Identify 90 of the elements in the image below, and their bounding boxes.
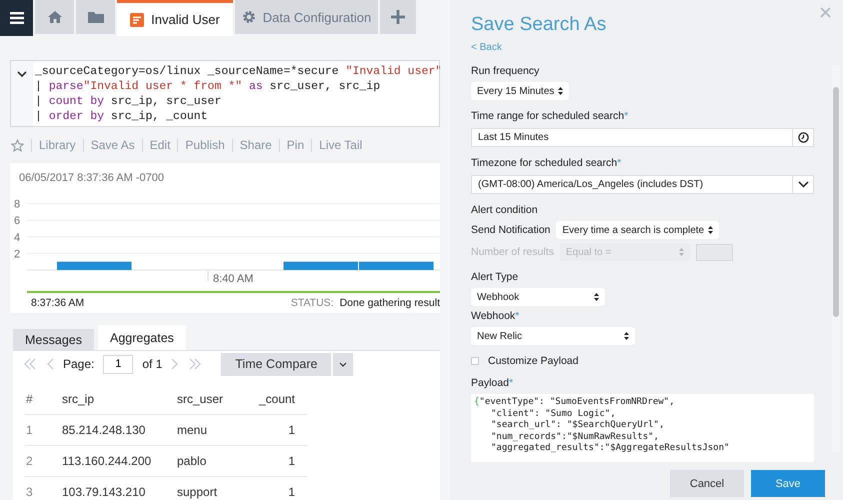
status-label: STATUS: [290, 297, 334, 309]
time-compare-button[interactable]: Time Compare [221, 352, 332, 376]
code-line: {"eventType": "SumoEventsFromNRDrew", [474, 397, 676, 408]
chevron-down-icon [798, 181, 808, 188]
code-line: "num_records":"$NumRawResults", [490, 432, 660, 443]
column-header[interactable]: src_ip [61, 383, 176, 414]
table-cell: 113.160.244.200 [61, 446, 176, 476]
field-label: Send Notification [471, 224, 550, 236]
field-label: Webhook* [471, 310, 520, 323]
field-label: Run frequency [471, 65, 540, 78]
next-page-icon[interactable] [171, 358, 180, 370]
table-cell: menu [176, 414, 244, 446]
field-label: Alert Type [471, 271, 520, 284]
sort-arrows-icon [708, 226, 714, 234]
sort-arrows-icon [594, 293, 599, 301]
y-tick-label: 6 [14, 215, 20, 228]
table-cell: 2 [25, 446, 61, 476]
status-text: Done gathering result [340, 297, 440, 309]
dialog-title: Save Search As [471, 14, 608, 37]
tab[interactable]: Invalid User [117, 0, 233, 36]
select-field[interactable]: Every time a search is complete [556, 221, 720, 239]
checkbox[interactable] [471, 357, 479, 365]
page-label: Page: [63, 357, 94, 371]
y-tick-label: 4 [14, 232, 20, 244]
results-tab[interactable]: Aggregates [98, 325, 186, 350]
page-input[interactable]: 1 [103, 354, 134, 374]
code-line: "aggregated_results":"$AggregateResultsJson" [490, 443, 730, 454]
code-line: "client": "Sumo Logic", [490, 408, 617, 420]
save-button[interactable]: Save [751, 470, 825, 497]
input-field[interactable]: Last 15 Minutes [471, 128, 814, 147]
query-line: | order by src_ip, _count [35, 109, 208, 124]
x-tick-label: 8:40 AM [213, 273, 254, 285]
code-line: "search_url": "$SearchQueryUrl", [490, 420, 666, 432]
sort-arrows-icon [624, 332, 629, 340]
column-header[interactable]: _count [244, 383, 307, 414]
field-label: Time range for scheduled search* [471, 110, 630, 123]
y-tick-label: 2 [14, 248, 20, 260]
sort-arrows-icon [558, 87, 563, 95]
table-cell: 1 [244, 446, 307, 476]
close-icon[interactable] [820, 7, 831, 18]
menu-icon [10, 12, 24, 24]
section-heading: Alert condition [471, 204, 539, 217]
y-tick-label: 8 [14, 198, 20, 211]
table-cell: 85.214.248.130 [61, 414, 176, 446]
checkbox-label: Customize Payload [488, 355, 578, 367]
chevron-down-icon [339, 362, 348, 366]
first-page-icon[interactable] [23, 358, 37, 370]
select-field[interactable]: New Relic [471, 327, 635, 345]
table-cell: 1 [244, 476, 307, 500]
menu-button[interactable] [0, 0, 33, 36]
table-cell: pablo [176, 446, 244, 476]
document-icon [130, 12, 144, 26]
query-line: | parse"Invalid user * from *" as src_user, src_ip [35, 79, 380, 94]
field-label: Number of results [471, 246, 554, 258]
gear-icon [242, 10, 256, 24]
payload-editor[interactable]: {"eventType": "SumoEventsFromNRDrew", "client": "Sumo Logic", "search_url": "$SearchQueryUrl", "num_records":"$NumRawResults", "aggregated_results":"$AggregateResultsJson" [471, 394, 814, 462]
table-cell: 3 [25, 476, 61, 500]
tab[interactable] [76, 0, 115, 34]
sort-arrows-icon [678, 248, 684, 256]
scrollbar-thumb[interactable] [833, 87, 839, 317]
clock-icon[interactable] [798, 132, 808, 143]
home-icon [48, 11, 62, 23]
field-label: Payload* [471, 377, 514, 390]
plus-icon [391, 10, 405, 24]
star-icon[interactable] [11, 138, 24, 152]
table-cell: 1 [25, 414, 61, 446]
start-time: 8:37:36 AM [31, 297, 84, 309]
table-cell: support [176, 476, 244, 500]
table-cell: 103.79.143.210 [61, 476, 176, 500]
table-cell: 1 [244, 414, 307, 446]
time-compare-dropdown[interactable] [333, 352, 354, 376]
previous-page-icon[interactable] [46, 358, 54, 370]
results-tab[interactable]: Messages [13, 329, 94, 350]
field-label: Timezone for scheduled search* [471, 157, 622, 170]
select-field[interactable]: Every 15 Minutes [471, 82, 569, 100]
select-field: Equal to = [560, 243, 690, 261]
last-page-icon[interactable] [188, 358, 202, 370]
histogram-chart: 2 4 6 8 8:40 AM [10, 191, 440, 285]
timestamp: 06/05/2017 8:37:36 AM -0700 [18, 171, 165, 185]
input-field [696, 244, 733, 260]
cancel-button[interactable]: Cancel [670, 470, 744, 497]
chevron-down-icon [17, 71, 27, 78]
column-header[interactable]: # [25, 383, 61, 414]
select-field[interactable]: (GMT-08:00) America/Los_Angeles (includes DST) [471, 175, 814, 194]
folder-icon [88, 11, 104, 23]
page-count: of 1 [142, 357, 162, 371]
select-field[interactable]: Webhook [471, 288, 605, 306]
query-line: | count by src_ip, src_user [35, 94, 222, 109]
column-header[interactable]: src_user [176, 383, 244, 414]
tab[interactable] [380, 0, 416, 34]
